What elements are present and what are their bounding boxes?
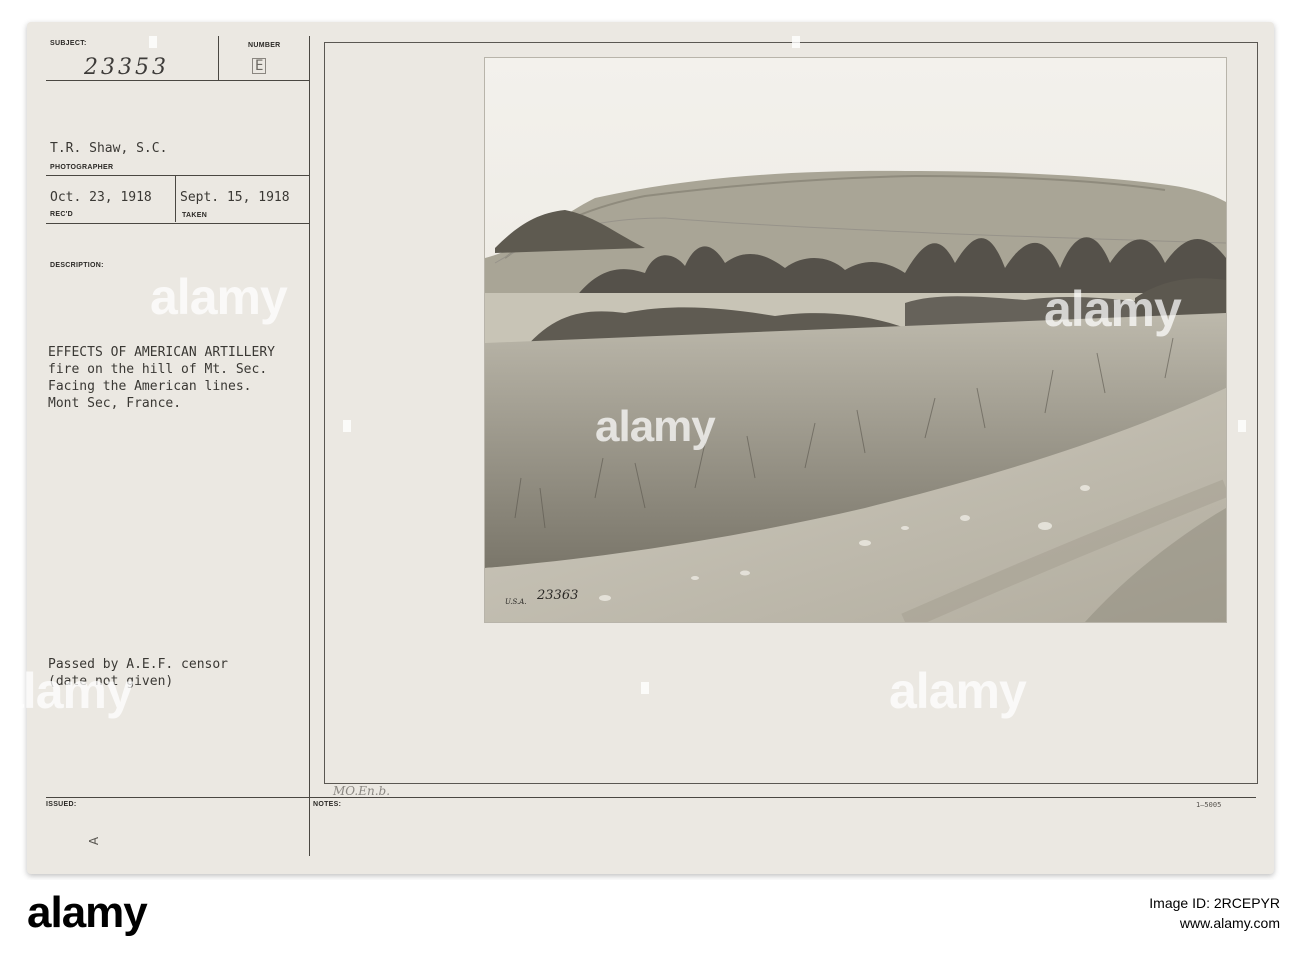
alamy-footer [0, 880, 1300, 962]
rule-photographer-bottom [46, 175, 309, 176]
notes-label: NOTES: [313, 801, 342, 808]
issued-label: ISSUED: [46, 801, 77, 808]
alamy-meta: Image ID: 2RCEPYR www.alamy.com [1149, 893, 1280, 933]
received-date: Oct. 23, 1918 [50, 190, 152, 205]
watermark: alamy [889, 663, 1027, 719]
received-label: REC'D [50, 211, 73, 218]
rule-vertical-left-column [309, 36, 310, 856]
rule-subject-number-divider [218, 36, 219, 80]
alamy-logo: alamy [27, 888, 148, 937]
landscape-photo: 23363 U.S.A. [485, 58, 1226, 622]
number-value: E [252, 58, 267, 74]
subject-number: 23353 [84, 55, 169, 80]
rule-dates-divider [175, 176, 176, 222]
rule-subject-bottom [46, 80, 309, 81]
photographer-name: T.R. Shaw, S.C. [50, 141, 168, 156]
notes-handwritten: MO.En.b. [333, 784, 391, 798]
taken-label: TAKEN [182, 212, 208, 219]
site-url[interactable]: www.alamy.com [1149, 913, 1280, 933]
description-line: Mont Sec, France. [48, 396, 182, 411]
watermark: alamy [0, 663, 134, 719]
watermark-marker [1238, 420, 1246, 432]
watermark: alamy [150, 269, 288, 325]
photographer-label: PHOTOGRAPHER [50, 164, 114, 171]
image-id: Image ID: 2RCEPYR [1149, 895, 1280, 911]
description-line: Facing the American lines. [48, 379, 252, 394]
form-code: 1—5005 [1196, 801, 1222, 809]
rule-dates-bottom [46, 223, 309, 224]
description-label: DESCRIPTION: [50, 262, 104, 269]
watermark-marker [792, 36, 800, 48]
watermark: alamy [595, 402, 716, 451]
landscape-illustration [485, 58, 1226, 622]
description-line: fire on the hill of Mt. Sec. [48, 362, 268, 377]
watermark: alamy [1044, 281, 1182, 337]
rule-issued-top [46, 797, 1256, 798]
taken-date: Sept. 15, 1918 [180, 190, 290, 205]
watermark-marker [149, 36, 157, 48]
description-line: EFFECTS OF AMERICAN ARTILLERY [48, 345, 275, 360]
watermark-marker [343, 420, 351, 432]
number-label: NUMBER [248, 42, 281, 49]
photo-stamp-number: 23363 [537, 588, 579, 603]
subject-label: SUBJECT: [50, 40, 87, 47]
photo-stamp-text: U.S.A. [505, 598, 527, 606]
issued-mark: A [87, 836, 102, 846]
watermark-marker [641, 682, 649, 694]
